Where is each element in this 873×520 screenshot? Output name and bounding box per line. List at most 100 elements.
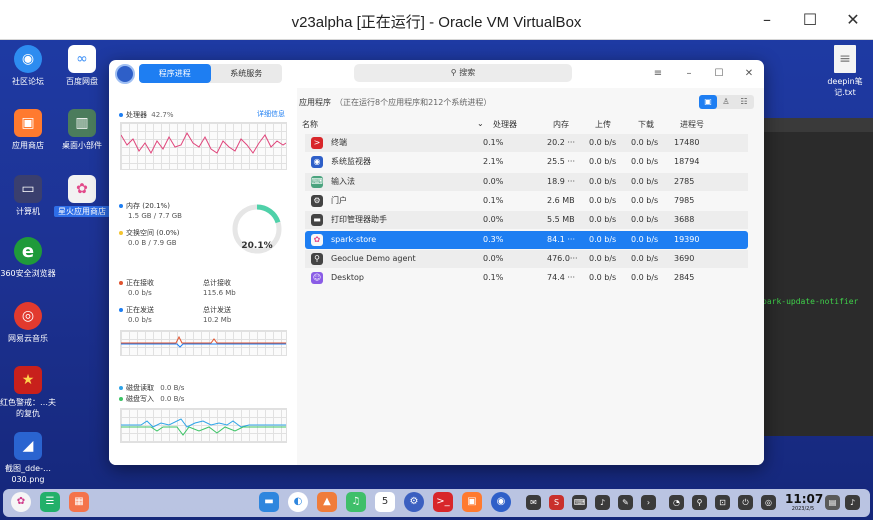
process-memory: 74.4 ···	[547, 273, 575, 283]
sysmon-titlebar: 程序进程 系统服务 ⚲ 搜索 ≡ – ☐ ✕	[109, 60, 764, 88]
process-cpu: 0.1%	[483, 195, 504, 205]
process-memory: 25.5 ···	[547, 157, 575, 167]
sysmon-maximize-button[interactable]: ☐	[710, 65, 728, 83]
column-upload[interactable]: 上传	[595, 119, 611, 130]
tray-clipboard-icon[interactable]: ▤	[825, 495, 840, 510]
music-icon[interactable]: ♫	[346, 492, 366, 512]
net-send-label: 正在发送	[119, 305, 154, 315]
disk-write-dot	[119, 397, 123, 401]
tray-network-icon[interactable]: ◎	[761, 495, 776, 510]
sort-chevron-down-icon[interactable]: ⌄	[477, 119, 484, 128]
process-download: 0.0 b/s	[631, 253, 659, 263]
resource-panel: 处理器 42.7% 详细信息 内存 (20.1%) 1.5 GB / 7.7 G…	[109, 88, 297, 465]
sysmon-close-button[interactable]: ✕	[740, 65, 758, 83]
process-cpu: 0.0%	[483, 176, 504, 186]
app-section-title: 应用程序 （正在运行8个应用程序和212个系统进程）	[299, 98, 492, 107]
table-row[interactable]: ✿ spark-store 0.3% 84.1 ··· 0.0 b/s 0.0 b/s 19…	[305, 230, 748, 249]
column-memory[interactable]: 内存	[553, 119, 569, 130]
system-monitor-taskbar-icon[interactable]: ◉	[491, 492, 511, 512]
app-store-icon: ▣	[14, 109, 42, 137]
tray-notification-icon[interactable]: ♪	[845, 495, 860, 510]
system-monitor-window: 程序进程 系统服务 ⚲ 搜索 ≡ – ☐ ✕ 处理器 42.7% 详细信息 内存…	[109, 60, 764, 465]
desktop-icon-360-browser[interactable]: e 360安全浏览器	[0, 237, 56, 279]
tray-screenshot-icon[interactable]: ⊡	[715, 495, 730, 510]
apps-view-icon[interactable]: ▣	[699, 95, 717, 109]
terminal-icon[interactable]: >_	[433, 492, 453, 512]
tab-processes[interactable]: 程序进程	[139, 64, 211, 83]
column-cpu[interactable]: 处理器	[493, 119, 517, 130]
tray-edit-icon[interactable]: ✎	[618, 495, 633, 510]
memory-usage: 1.5 GB / 7.7 GB	[128, 212, 182, 220]
column-download[interactable]: 下载	[638, 119, 654, 130]
desktop-icon-netease-music[interactable]: ◎ 网易云音乐	[0, 302, 56, 344]
community-icon: ◉	[14, 45, 42, 73]
tray-monitor-icon[interactable]: ◔	[669, 495, 684, 510]
text-file-icon: ≡	[834, 45, 856, 73]
clock[interactable]: 11:07 2023/2/5	[785, 492, 823, 513]
tray-s-icon[interactable]: S	[549, 495, 564, 510]
desktop-icon-screenshot-file[interactable]: ◢ 截图_dde-…030.png	[0, 432, 56, 485]
desktop-icon-red-alert[interactable]: ★ 红色警戒：…夫的复仇	[0, 366, 56, 419]
desktop-icon[interactable]: ▦	[69, 492, 89, 512]
file-manager-icon[interactable]: ▬	[259, 492, 279, 512]
process-cpu: 2.1%	[483, 157, 504, 167]
terminal-window[interactable]	[752, 118, 873, 436]
process-download: 0.0 b/s	[631, 157, 659, 167]
table-row[interactable]: ▬ 打印管理器助手 0.0% 5.5 MB 0.0 b/s 0.0 b/s 3688	[305, 211, 748, 230]
cpu-detail-link[interactable]: 详细信息	[257, 109, 285, 119]
process-pid: 7985	[674, 195, 695, 205]
taskbar: ✿ ☰ ▦ ▬ ◐ ▲ ♫ 5 ⚙ >_ ▣ ◉ ✉ S ⌨ ♪ ✎ › ◔ ⚲…	[3, 489, 870, 517]
desktop-icon-computer[interactable]: ▭ 计算机	[0, 175, 56, 217]
process-icon: ✿	[311, 233, 323, 246]
process-memory: 18.9 ···	[547, 176, 575, 186]
launcher-icon[interactable]: ✿	[11, 492, 31, 512]
desktop-icon-app-store[interactable]: ▣ 应用商店	[0, 109, 56, 151]
desktop-icon-community[interactable]: ◉ 社区论坛	[0, 45, 56, 87]
process-cpu: 0.0%	[483, 215, 504, 225]
desktop-icon-spark-store[interactable]: ✿ 星火应用商店	[54, 175, 110, 217]
tray-chat-icon[interactable]: ✉	[526, 495, 541, 510]
system-monitor-logo-icon	[115, 64, 135, 84]
column-name[interactable]: 名称	[302, 119, 318, 130]
table-row[interactable]: ☺ Desktop 0.1% 74.4 ··· 0.0 b/s 0.0 b/s 2845	[305, 269, 748, 287]
desktop-icon-widgets[interactable]: ▥ 桌面小部件	[54, 109, 110, 151]
table-row[interactable]: ◉ 系统监视器 2.1% 25.5 ··· 0.0 b/s 0.0 b/s 18794	[305, 153, 748, 171]
memory-dot	[119, 204, 123, 208]
tray-volume-icon[interactable]: ♪	[595, 495, 610, 510]
tray-keyboard-icon[interactable]: ⌨	[572, 495, 587, 510]
send-dot	[119, 308, 123, 312]
table-row[interactable]: ⚙ 门户 0.1% 2.6 MB 0.0 b/s 0.0 b/s 7985	[305, 192, 748, 210]
minimize-button[interactable]: –	[752, 8, 782, 32]
settings-icon[interactable]: ⚙	[404, 492, 424, 512]
user-view-icon[interactable]: ♙	[717, 95, 735, 109]
table-row[interactable]: > 终端 0.1% 20.2 ··· 0.0 b/s 0.0 b/s 17480	[305, 134, 748, 152]
view-toggle: ▣ ♙ ☷	[699, 95, 754, 109]
browser-icon[interactable]: ◐	[288, 492, 308, 512]
process-cpu: 0.1%	[483, 138, 504, 147]
net-recv-label: 正在接收	[119, 278, 154, 288]
multitask-icon[interactable]: ☰	[40, 492, 60, 512]
tray-search-icon[interactable]: ⚲	[692, 495, 707, 510]
all-processes-view-icon[interactable]: ☷	[735, 95, 753, 109]
process-download: 0.0 b/s	[631, 138, 659, 147]
maximize-button[interactable]: ☐	[795, 8, 825, 32]
process-download: 0.0 b/s	[631, 215, 659, 225]
process-upload: 0.0 b/s	[589, 273, 617, 283]
close-button[interactable]: ✕	[838, 8, 868, 32]
desktop-icon-deepin-note[interactable]: ≡ deepin笔记.txt	[817, 45, 873, 98]
sysmon-minimize-button[interactable]: –	[680, 65, 698, 83]
process-name: Desktop	[331, 273, 364, 283]
tab-services[interactable]: 系统服务	[211, 64, 283, 83]
tray-arrow-icon[interactable]: ›	[641, 495, 656, 510]
search-input[interactable]: ⚲ 搜索	[354, 64, 572, 82]
image-viewer-icon[interactable]: ▲	[317, 492, 337, 512]
table-row[interactable]: ⚲ Geoclue Demo agent 0.0% 476.0··· 0.0 b/s 0.…	[305, 249, 748, 268]
net-total-send-label: 总计发送	[203, 306, 231, 314]
app-store-taskbar-icon[interactable]: ▣	[462, 492, 482, 512]
column-pid[interactable]: 进程号	[680, 119, 704, 130]
tray-shutdown-icon[interactable]: ⏻	[738, 495, 753, 510]
menu-button[interactable]: ≡	[649, 65, 667, 83]
desktop-icon-baidu-pan[interactable]: ∞ 百度网盘	[54, 45, 110, 87]
table-row[interactable]: ⌨ 输入法 0.0% 18.9 ··· 0.0 b/s 0.0 b/s 2785	[305, 172, 748, 191]
calendar-icon[interactable]: 5	[375, 492, 395, 512]
